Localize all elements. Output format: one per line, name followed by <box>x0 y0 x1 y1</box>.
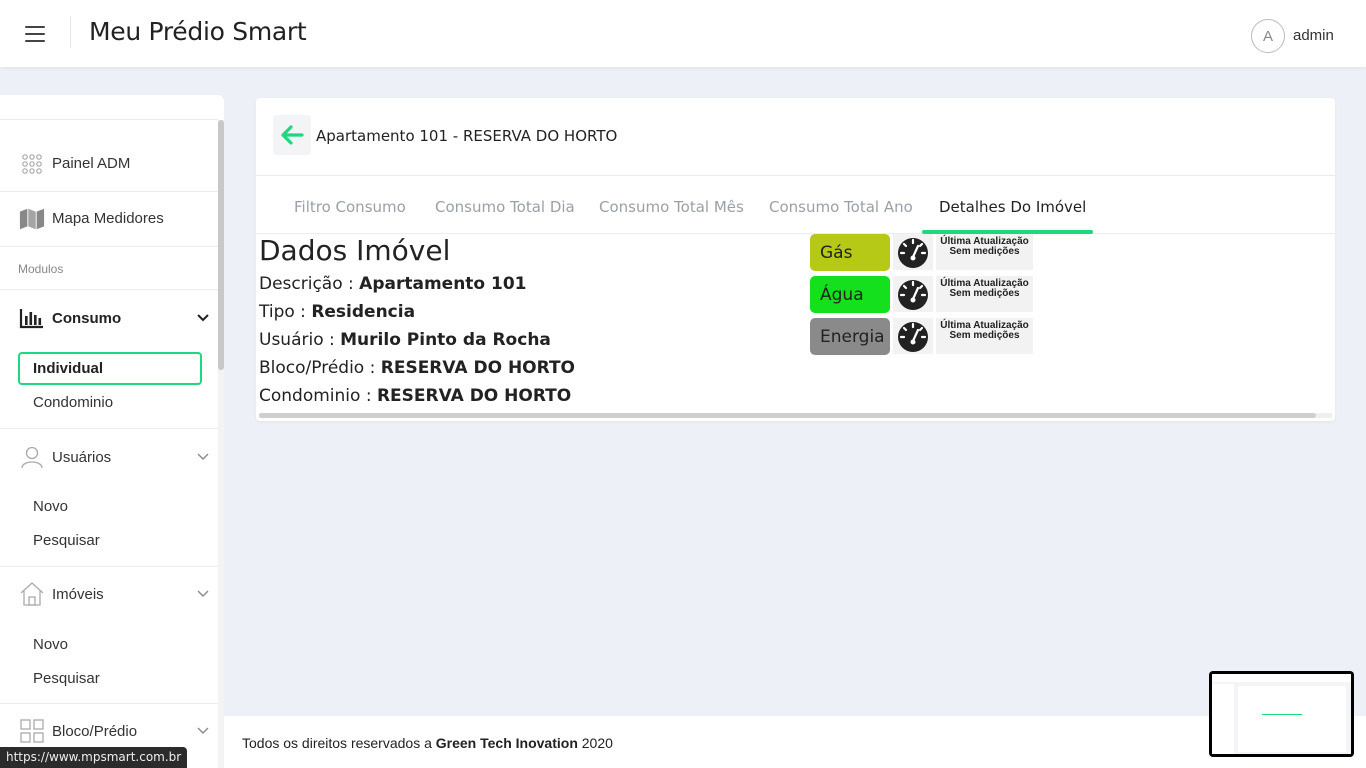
field-descricao: Descrição : Apartamento 101 <box>259 274 527 294</box>
app-title: Meu Prédio Smart <box>89 17 307 46</box>
tab-detalhes-do-imovel[interactable]: Detalhes Do Imóvel <box>939 198 1086 216</box>
footer: Todos os direitos reservados a Green Tec… <box>224 716 1366 768</box>
card-divider <box>256 175 1335 176</box>
section-title-dados-imovel: Dados Imóvel <box>259 234 451 267</box>
gauge-icon <box>893 234 933 270</box>
tab-consumo-total-dia[interactable]: Consumo Total Dia <box>435 198 575 216</box>
utility-status-energia: Última Atualização Sem medições <box>936 318 1033 354</box>
back-button[interactable] <box>273 115 311 155</box>
sub-item-imoveis-pesquisar[interactable]: Pesquisar <box>18 662 202 695</box>
field-label: Condominio : <box>259 386 377 406</box>
sub-item-usuarios-pesquisar[interactable]: Pesquisar <box>18 524 202 557</box>
chevron-down-icon <box>196 450 210 464</box>
user-icon <box>19 444 45 470</box>
footer-company: Green Tech Inovation <box>435 735 578 751</box>
sidebar-item-label: Mapa Medidores <box>52 210 164 227</box>
map-icon <box>19 206 45 232</box>
field-usuario: Usuário : Murilo Pinto da Rocha <box>259 330 551 350</box>
status-line: Sem medições <box>949 330 1020 341</box>
sidebar-item-usuarios[interactable]: Usuários <box>0 429 218 485</box>
field-value: Residencia <box>311 302 416 322</box>
footer-year: 2020 <box>577 735 613 751</box>
sidebar-item-consumo[interactable]: Consumo <box>0 290 218 346</box>
property-details-card: Apartamento 101 - RESERVA DO HORTO Filtr… <box>256 98 1335 421</box>
top-bar: Meu Prédio Smart A admin <box>0 0 1366 67</box>
house-icon <box>19 581 45 607</box>
section-label-modulos: Modulos <box>18 262 64 276</box>
building-grid-icon <box>19 718 45 744</box>
utility-badge-energia[interactable]: Energia <box>810 318 890 355</box>
footer-prefix: Todos os direitos reservados a <box>242 735 436 751</box>
sub-item-imoveis-novo[interactable]: Novo <box>18 628 202 661</box>
status-line: Sem medições <box>949 246 1020 257</box>
sidebar-item-label: Consumo <box>52 309 122 327</box>
sub-item-individual[interactable]: Individual <box>18 352 202 385</box>
field-value: Murilo Pinto da Rocha <box>340 330 551 350</box>
field-condominio: Condominio : RESERVA DO HORTO <box>259 386 571 406</box>
grid-dots-icon <box>19 151 45 177</box>
page-title: Apartamento 101 - RESERVA DO HORTO <box>316 127 618 145</box>
tab-consumo-total-ano[interactable]: Consumo Total Ano <box>769 198 913 216</box>
arrow-left-icon <box>281 125 304 145</box>
sub-item-condominio[interactable]: Condominio <box>18 386 202 419</box>
tab-consumo-total-mes[interactable]: Consumo Total Mês <box>599 198 744 216</box>
field-label: Descrição : <box>259 274 360 294</box>
screen-preview-thumbnail[interactable] <box>1209 671 1354 757</box>
field-value: RESERVA DO HORTO <box>380 358 576 378</box>
field-label: Tipo : <box>259 302 312 322</box>
sidebar: Painel ADM Mapa Medidores Modulos Consum… <box>0 95 224 768</box>
horizontal-scrollbar-thumb[interactable] <box>259 413 1316 418</box>
status-line: Sem medições <box>949 288 1020 299</box>
chevron-down-icon <box>196 724 210 738</box>
utility-status-agua: Última Atualização Sem medições <box>936 276 1033 312</box>
sub-item-usuarios-novo[interactable]: Novo <box>18 490 202 523</box>
gauge-icon <box>893 276 933 312</box>
utility-badge-gas[interactable]: Gás <box>810 234 890 271</box>
utility-badge-agua[interactable]: Água <box>810 276 890 313</box>
avatar[interactable]: A <box>1251 19 1285 53</box>
utility-status-gas: Última Atualização Sem medições <box>936 234 1033 270</box>
sidebar-item-mapa-medidores[interactable]: Mapa Medidores <box>0 191 218 247</box>
sidebar-item-label: Bloco/Prédio <box>52 722 138 740</box>
chevron-down-icon <box>196 587 210 601</box>
field-bloco-predio: Bloco/Prédio : RESERVA DO HORTO <box>259 358 575 378</box>
field-value: Apartamento 101 <box>359 274 527 294</box>
sidebar-item-painel-adm[interactable]: Painel ADM <box>0 136 218 192</box>
field-label: Bloco/Prédio : <box>259 358 381 378</box>
header-divider <box>70 16 71 48</box>
field-value: RESERVA DO HORTO <box>376 386 572 406</box>
sidebar-divider <box>0 119 218 120</box>
bar-chart-icon <box>19 305 45 331</box>
sidebar-item-label: Imóveis <box>52 585 104 603</box>
tab-filtro-consumo[interactable]: Filtro Consumo <box>294 198 406 216</box>
chevron-down-icon <box>196 311 210 325</box>
sidebar-item-imoveis[interactable]: Imóveis <box>0 566 218 622</box>
sidebar-scrollbar-thumb[interactable] <box>218 120 224 370</box>
field-tipo: Tipo : Residencia <box>259 302 415 322</box>
sidebar-item-label: Painel ADM <box>52 155 131 172</box>
status-bar-url: https://www.mpsmart.com.br <box>0 747 188 768</box>
hamburger-menu-icon[interactable] <box>25 26 45 42</box>
gauge-icon <box>893 318 933 354</box>
footer-text: Todos os direitos reservados a Green Tec… <box>242 735 613 751</box>
user-name[interactable]: admin <box>1293 27 1334 44</box>
thumbnail-content <box>1212 674 1351 754</box>
sidebar-item-label: Usuários <box>52 448 112 466</box>
field-label: Usuário : <box>259 330 341 350</box>
